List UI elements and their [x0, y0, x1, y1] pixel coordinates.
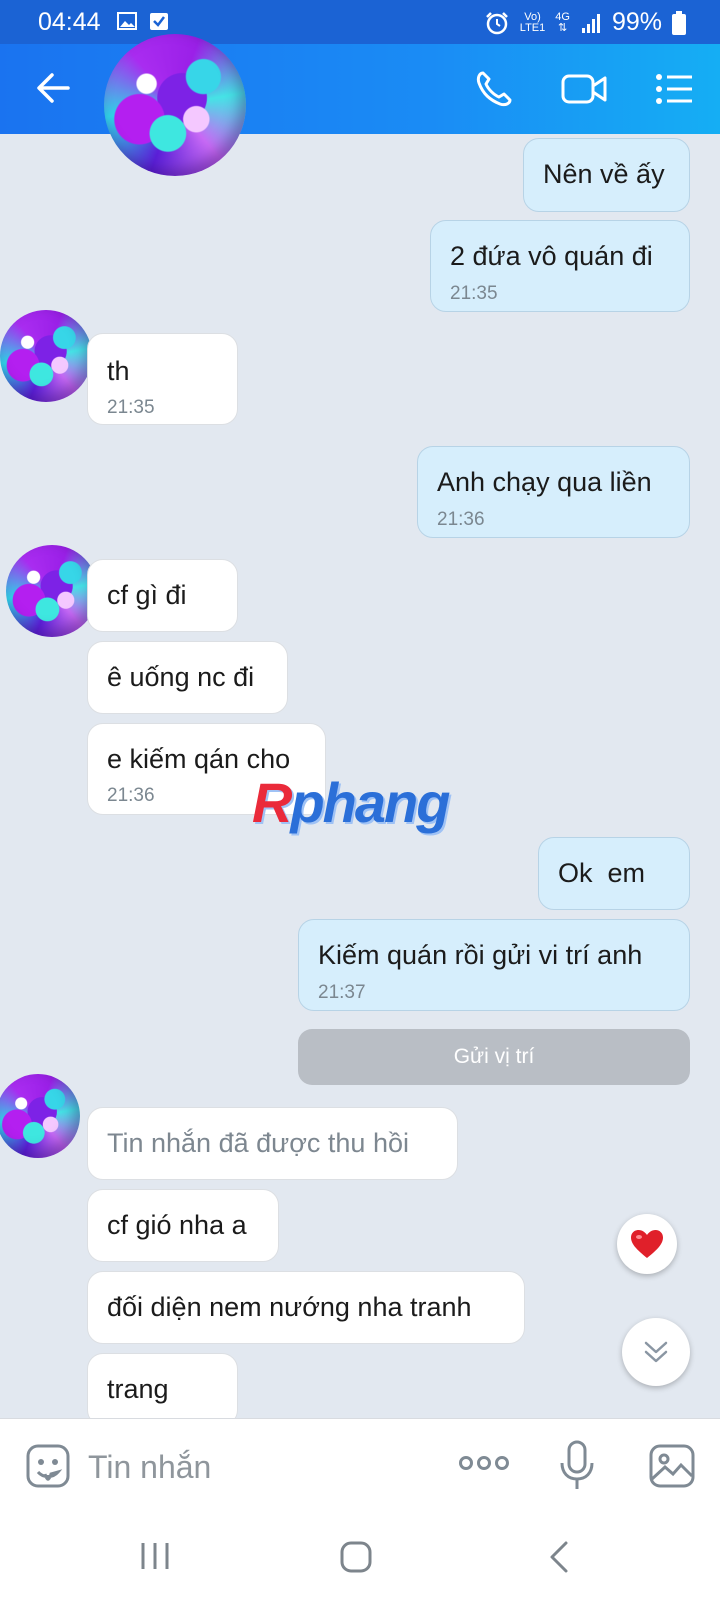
system-navigation-bar: [0, 1514, 720, 1600]
message-bubble-sent[interactable]: Kiếm quán rồi gửi vi trí anh 21:37: [298, 919, 690, 1011]
recent-apps-icon[interactable]: [138, 1540, 172, 1572]
sticker-icon[interactable]: [25, 1443, 71, 1489]
double-chevron-down-icon: [644, 1341, 668, 1363]
heart-icon: [631, 1230, 663, 1258]
sender-avatar[interactable]: [0, 310, 92, 402]
message-composer: Tin nhắn: [0, 1418, 720, 1515]
image-icon: [117, 12, 137, 30]
message-text: th: [107, 356, 130, 386]
menu-list-icon[interactable]: [654, 69, 694, 109]
message-text: đối diện nem nướng nha tranh: [107, 1292, 472, 1322]
message-input[interactable]: Tin nhắn: [88, 1449, 211, 1486]
back-icon[interactable]: [548, 1540, 570, 1574]
message-text: ê uống nc đi: [107, 662, 255, 692]
send-location-button[interactable]: Gửi vị trí: [298, 1029, 690, 1085]
message-time: 21:37: [318, 982, 366, 1003]
network-type: 4G ⇅: [555, 10, 570, 34]
back-arrow-icon[interactable]: [34, 69, 72, 107]
message-text: cf gió nha a: [107, 1210, 247, 1240]
sender-avatar[interactable]: [0, 1074, 80, 1158]
message-bubble-received[interactable]: đối diện nem nướng nha tranh: [87, 1271, 525, 1344]
message-bubble-received[interactable]: cf gì đi: [87, 559, 238, 632]
phone-icon[interactable]: [474, 69, 514, 109]
message-time: 21:35: [107, 397, 155, 418]
message-bubble-received[interactable]: ê uống nc đi: [87, 641, 288, 714]
video-call-icon[interactable]: [560, 69, 608, 109]
message-bubble-sent[interactable]: Nên về ấy: [523, 138, 690, 212]
message-bubble-received[interactable]: trang: [87, 1353, 238, 1426]
message-bubble-sent[interactable]: Anh chạy qua liền 21:36: [417, 446, 690, 538]
watermark-letter: R: [252, 771, 292, 834]
message-bubble-received[interactable]: Tin nhắn đã được thu hồi: [87, 1107, 458, 1180]
message-text: 2 đứa vô quán đi: [450, 241, 653, 271]
message-time: 21:36: [107, 785, 155, 806]
microphone-icon[interactable]: [558, 1439, 596, 1493]
recalled-message-text: Tin nhắn đã được thu hồi: [107, 1128, 409, 1158]
more-options-icon[interactable]: [458, 1453, 510, 1473]
home-icon[interactable]: [339, 1540, 373, 1574]
watermark-logo: Rphang: [252, 770, 450, 835]
message-bubble-sent[interactable]: Ok em: [538, 837, 690, 910]
network-indicator: Vo) LTE1: [519, 10, 546, 34]
message-text: Kiếm quán rồi gửi vi trí anh: [318, 940, 643, 970]
message-bubble-sent[interactable]: 2 đứa vô quán đi 21:35: [430, 220, 690, 312]
message-text: Ok em: [558, 858, 646, 888]
message-text: Nên về ấy: [543, 159, 665, 189]
status-time: 04:44: [38, 8, 101, 36]
message-bubble-received[interactable]: cf gió nha a: [87, 1189, 279, 1262]
message-text: cf gì đi: [107, 580, 187, 610]
message-bubble-received[interactable]: th 21:35: [87, 333, 238, 425]
message-text: trang: [107, 1374, 169, 1404]
battery-level: 99%: [611, 8, 662, 36]
status-bar: 04:44 Vo) LTE1 4G ⇅ 99%: [0, 0, 720, 44]
network-type-label: 4G: [555, 10, 570, 23]
reaction-heart-button[interactable]: [617, 1214, 677, 1274]
message-time: 21:35: [450, 283, 498, 304]
signal-icon: [581, 13, 600, 33]
sender-avatar[interactable]: [6, 545, 98, 637]
gallery-icon[interactable]: [648, 1443, 696, 1489]
message-text: Anh chạy qua liền: [437, 467, 652, 497]
network-volte-label: Vo): [524, 10, 541, 23]
checkbox-icon: [150, 13, 168, 30]
battery-icon: [672, 10, 686, 35]
alarm-icon: [485, 11, 508, 34]
scroll-to-bottom-button[interactable]: [622, 1318, 690, 1386]
contact-avatar[interactable]: [104, 34, 246, 176]
network-lte-label: LTE1: [519, 21, 546, 34]
message-time: 21:36: [437, 509, 485, 530]
watermark-text: phang: [290, 771, 450, 834]
